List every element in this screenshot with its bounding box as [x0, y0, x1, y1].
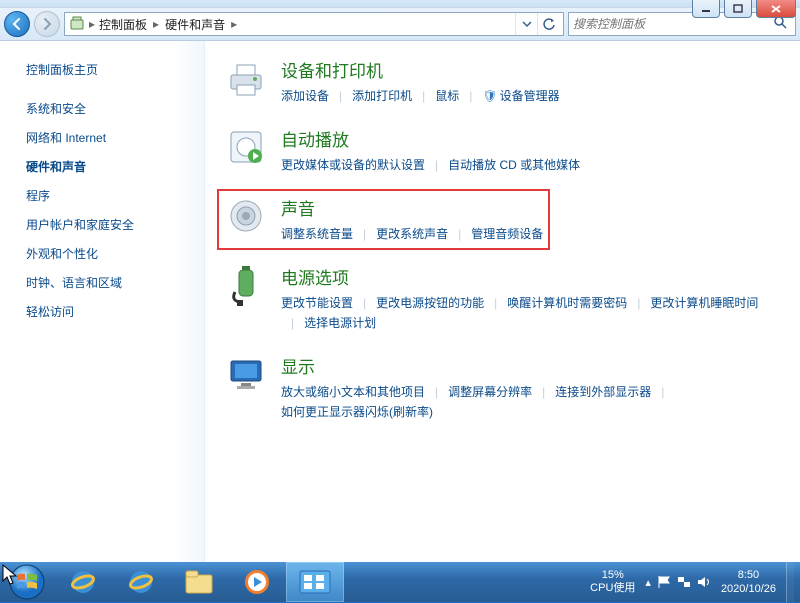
- refresh-button[interactable]: [537, 13, 559, 35]
- category-links: 更改节能设置| 更改电源按钮的功能| 唤醒计算机时需要密码| 更改计算机睡眠时间…: [281, 293, 780, 333]
- sidebar: 控制面板主页 系统和安全 网络和 Internet 硬件和声音 程序 用户帐户和…: [0, 41, 205, 562]
- volume-icon[interactable]: [697, 575, 711, 589]
- control-panel-icon: [69, 16, 85, 32]
- category-display: 显示 放大或缩小文本和其他项目| 调整屏幕分辨率| 连接到外部显示器| 如何更正…: [225, 353, 780, 422]
- taskbar: 15% CPU使用 ▴ 8:50 2020/10/26: [0, 562, 800, 602]
- network-icon[interactable]: [677, 575, 691, 589]
- taskbar-item-wmp[interactable]: [228, 562, 286, 602]
- taskbar-item-control-panel[interactable]: [286, 562, 344, 602]
- content-pane: 设备和打印机 添加设备| 添加打印机| 鼠标| 🛡设备管理器 自动播放 更改媒体…: [205, 41, 800, 562]
- minimize-button[interactable]: [692, 0, 720, 18]
- maximize-button[interactable]: [724, 0, 752, 18]
- link-manage-audio[interactable]: 管理音频设备: [471, 224, 543, 244]
- category-links: 调整系统音量| 更改系统声音| 管理音频设备: [281, 224, 780, 244]
- tray-chevron-icon[interactable]: ▴: [645, 576, 651, 589]
- category-links: 放大或缩小文本和其他项目| 调整屏幕分辨率| 连接到外部显示器| 如何更正显示器…: [281, 382, 780, 422]
- sidebar-item-clock-region[interactable]: 时钟、语言和区域: [26, 274, 194, 291]
- taskbar-item-explorer[interactable]: [170, 562, 228, 602]
- address-bar[interactable]: ▸ 控制面板 ▸ 硬件和声音 ▸: [64, 12, 564, 36]
- monitor-icon: [225, 353, 267, 395]
- window-body: 控制面板主页 系统和安全 网络和 Internet 硬件和声音 程序 用户帐户和…: [0, 41, 800, 562]
- breadcrumb-sep-icon: ▸: [149, 17, 163, 31]
- tray-icons: ▴: [645, 575, 711, 589]
- link-power-plan[interactable]: 选择电源计划: [304, 313, 376, 333]
- start-button[interactable]: [0, 562, 54, 602]
- link-external-display[interactable]: 连接到外部显示器: [555, 382, 651, 402]
- power-icon: [225, 264, 267, 306]
- search-input[interactable]: [573, 17, 769, 31]
- link-power-button[interactable]: 更改电源按钮的功能: [376, 293, 484, 313]
- category-links: 添加设备| 添加打印机| 鼠标| 🛡设备管理器: [281, 86, 780, 106]
- speaker-icon: [225, 195, 267, 237]
- cpu-meter[interactable]: 15% CPU使用: [590, 569, 635, 595]
- breadcrumb-sep-icon: ▸: [227, 17, 241, 31]
- category-links: 更改媒体或设备的默认设置| 自动播放 CD 或其他媒体: [281, 155, 780, 175]
- category-title[interactable]: 自动播放: [281, 126, 780, 151]
- breadcrumb: 控制面板 ▸ 硬件和声音 ▸: [99, 16, 241, 33]
- titlebar: [0, 0, 800, 7]
- link-device-manager[interactable]: 设备管理器: [500, 86, 560, 106]
- link-text-size[interactable]: 放大或缩小文本和其他项目: [281, 382, 425, 402]
- sidebar-item-hardware-sound[interactable]: 硬件和声音: [26, 158, 194, 175]
- sidebar-item-appearance[interactable]: 外观和个性化: [26, 245, 194, 262]
- navbar: ▸ 控制面板 ▸ 硬件和声音 ▸: [0, 7, 800, 41]
- window-controls: [692, 0, 796, 18]
- system-tray: 15% CPU使用 ▴ 8:50 2020/10/26: [584, 562, 800, 602]
- category-sound: 声音 调整系统音量| 更改系统声音| 管理音频设备: [225, 195, 780, 244]
- link-adjust-volume[interactable]: 调整系统音量: [281, 224, 353, 244]
- sidebar-item-programs[interactable]: 程序: [26, 187, 194, 204]
- link-sleep-time[interactable]: 更改计算机睡眠时间: [650, 293, 758, 313]
- link-mouse[interactable]: 鼠标: [435, 86, 459, 106]
- category-devices-printers: 设备和打印机 添加设备| 添加打印机| 鼠标| 🛡设备管理器: [225, 57, 780, 106]
- address-dropdown-button[interactable]: [515, 13, 537, 35]
- taskbar-items: [54, 562, 344, 602]
- breadcrumb-item[interactable]: 硬件和声音: [165, 16, 225, 33]
- link-autoplay-cd[interactable]: 自动播放 CD 或其他媒体: [448, 155, 580, 175]
- link-change-media-defaults[interactable]: 更改媒体或设备的默认设置: [281, 155, 425, 175]
- sidebar-home-link[interactable]: 控制面板主页: [26, 61, 194, 78]
- sidebar-item-system-security[interactable]: 系统和安全: [26, 100, 194, 117]
- link-add-printer[interactable]: 添加打印机: [352, 86, 412, 106]
- category-title[interactable]: 声音: [281, 195, 780, 220]
- breadcrumb-item[interactable]: 控制面板: [99, 16, 147, 33]
- link-resolution[interactable]: 调整屏幕分辨率: [448, 382, 532, 402]
- nav-forward-button[interactable]: [34, 11, 60, 37]
- link-refresh-rate[interactable]: 如何更正显示器闪烁(刷新率): [281, 402, 433, 422]
- tray-clock[interactable]: 8:50 2020/10/26: [721, 568, 776, 596]
- breadcrumb-sep-icon: ▸: [89, 17, 95, 31]
- link-change-sounds[interactable]: 更改系统声音: [376, 224, 448, 244]
- sidebar-item-ease-of-access[interactable]: 轻松访问: [26, 303, 194, 320]
- link-add-device[interactable]: 添加设备: [281, 86, 329, 106]
- category-power: 电源选项 更改节能设置| 更改电源按钮的功能| 唤醒计算机时需要密码| 更改计算…: [225, 264, 780, 333]
- tray-time: 8:50: [721, 568, 776, 582]
- nav-back-button[interactable]: [4, 11, 30, 37]
- sidebar-item-user-accounts[interactable]: 用户帐户和家庭安全: [26, 216, 194, 233]
- category-title[interactable]: 设备和打印机: [281, 57, 780, 82]
- sidebar-item-network[interactable]: 网络和 Internet: [26, 129, 194, 146]
- address-bar-buttons: [515, 13, 559, 35]
- printer-icon: [225, 57, 267, 99]
- cpu-label: CPU使用: [590, 582, 635, 595]
- shield-icon: 🛡: [482, 86, 497, 106]
- cpu-percent: 15%: [590, 569, 635, 582]
- show-desktop-button[interactable]: [786, 562, 794, 602]
- category-autoplay: 自动播放 更改媒体或设备的默认设置| 自动播放 CD 或其他媒体: [225, 126, 780, 175]
- autoplay-icon: [225, 126, 267, 168]
- close-button[interactable]: [756, 0, 796, 18]
- category-title[interactable]: 电源选项: [281, 264, 780, 289]
- link-power-saving[interactable]: 更改节能设置: [281, 293, 353, 313]
- flag-icon[interactable]: [657, 575, 671, 589]
- taskbar-item-ie[interactable]: [54, 562, 112, 602]
- category-title[interactable]: 显示: [281, 353, 780, 378]
- tray-date: 2020/10/26: [721, 582, 776, 596]
- link-wake-password[interactable]: 唤醒计算机时需要密码: [507, 293, 627, 313]
- taskbar-item-ie2[interactable]: [112, 562, 170, 602]
